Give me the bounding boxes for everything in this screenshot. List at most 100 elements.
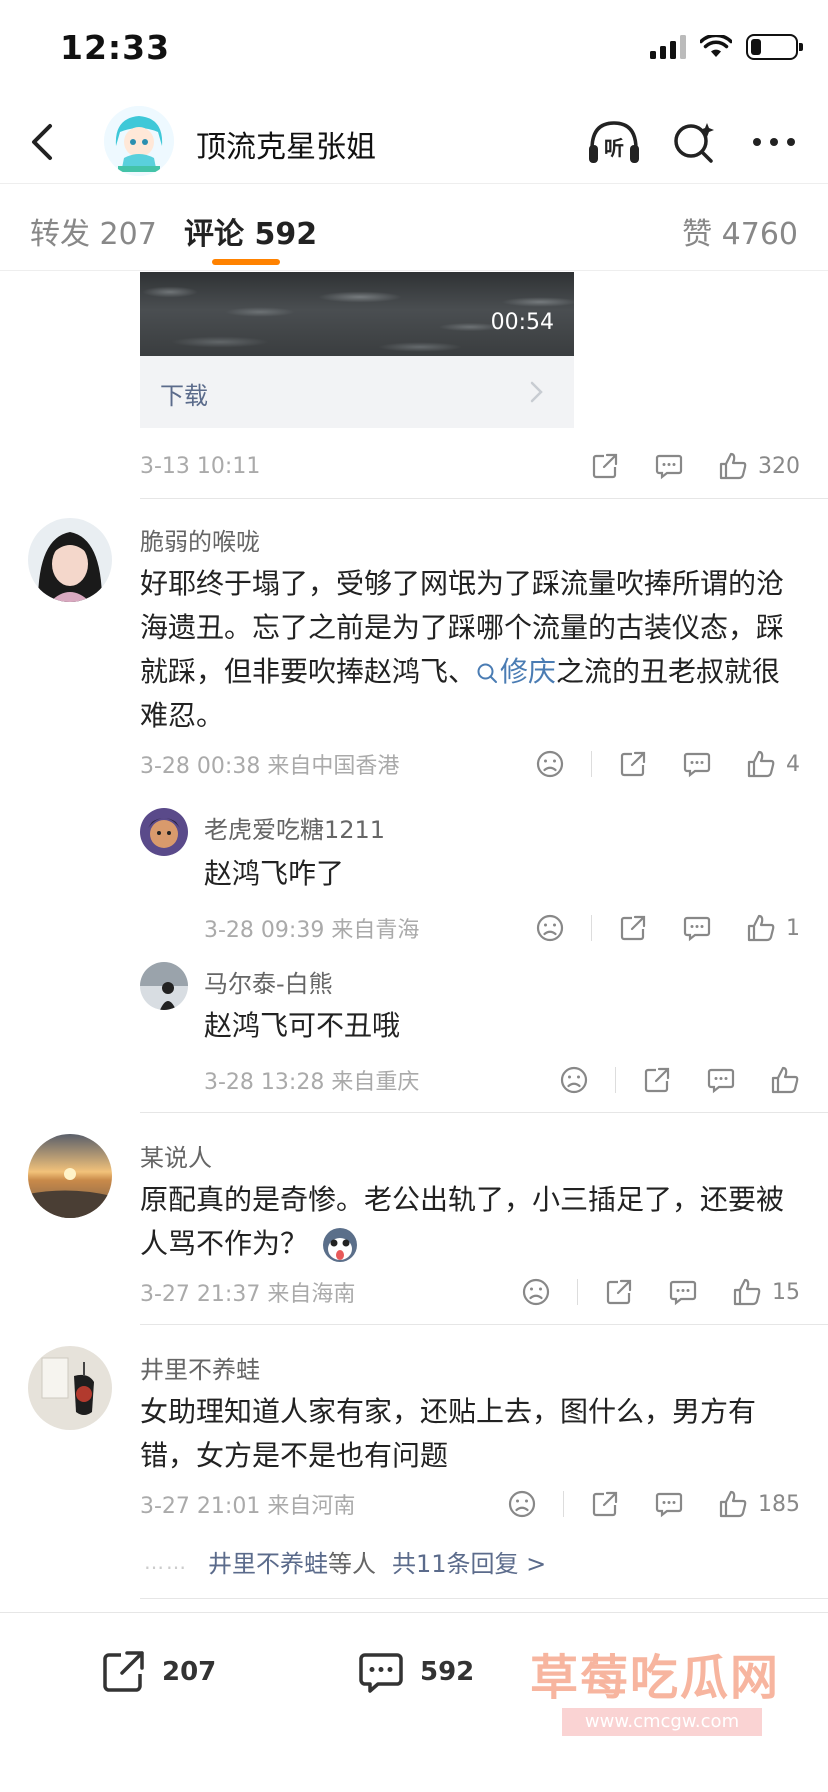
share-icon [592,453,618,479]
headphones-icon: 听 [589,121,639,163]
reply-avatar[interactable] [140,808,188,856]
reply-button[interactable] [706,1065,736,1095]
frown-icon [508,1490,536,1518]
thumbs-up-icon [747,750,775,778]
commenter-name[interactable]: 某说人 [140,1138,212,1173]
comment-icon [683,752,711,778]
reply-meta-row: 3-28 09:39 来自青海 1 [204,908,800,948]
share-button[interactable] [604,1277,634,1307]
share-button[interactable] [590,451,620,481]
comment-icon [359,1653,403,1693]
commenter-name[interactable]: 脆弱的喉咙 [140,522,260,557]
share-icon [606,1279,632,1305]
commenter-avatar[interactable] [28,518,112,602]
reply-meta: 3-28 13:28 来自重庆 [204,1070,420,1095]
download-bar[interactable]: 下载 [140,356,574,428]
commenter-avatar[interactable] [28,1134,112,1218]
comment-bar-button[interactable]: 592 [356,1647,474,1697]
like-button[interactable]: 4 [746,749,800,779]
status-time: 12:33 [60,28,171,67]
reply-text: 赵鸿飞可不丑哦 [204,1009,401,1042]
watermark-text: 草莓吃瓜网 [530,1650,781,1706]
nav-bar: 顶流克星张姐 听 [0,100,828,184]
comment-text: 女助理知道人家有家，还贴上去，图什么，男方有错，女方是不是也有问题 [140,1395,757,1472]
comment-icon [655,454,683,480]
post-meta-row: 3-13 10:11 320 [140,446,800,486]
reply-meta-row: 3-28 13:28 来自重庆 [204,1060,800,1100]
author-avatar[interactable] [104,106,174,176]
share-button[interactable] [618,749,648,779]
reply-text: 赵鸿飞咋了 [204,857,345,890]
topic-link[interactable]: 修庆 [476,655,556,688]
share-icon [103,1651,144,1692]
comment-button[interactable] [654,451,684,481]
dislike-button[interactable] [535,913,565,943]
status-icons [650,34,803,60]
share-button[interactable] [590,1489,620,1519]
repost-count: 207 [162,1657,217,1687]
dislike-button[interactable] [507,1489,537,1519]
nav-title: 顶流克星张姐 [196,130,376,165]
reply-button[interactable] [668,1277,698,1307]
divider [140,498,828,499]
reply-avatar[interactable] [140,962,188,1010]
tab-comments[interactable]: 评论 592 [184,209,317,253]
like-button[interactable]: 320 [718,451,800,481]
tab-count: 207 [99,217,157,252]
reply-dots: …… [144,1549,188,1574]
comment-icon [683,916,711,942]
dislike-button[interactable] [521,1277,551,1307]
tab-count: 4760 [721,217,798,252]
view-replies-link[interactable]: …… 井里不养蛙 等人 共11条回复 > [144,1544,546,1579]
like-button[interactable]: 185 [718,1489,800,1519]
chevron-right-icon [530,381,543,403]
tab-bar: 转发 207 评论 592 赞 4760 [0,185,828,271]
wifi-icon [700,35,732,57]
dislike-button[interactable] [559,1065,589,1095]
comment-count: 592 [420,1657,475,1687]
search-icon [674,123,714,163]
reply-summary-suffix: 等人 [328,1550,376,1578]
more-button[interactable] [746,114,802,170]
reply-button[interactable] [682,913,712,943]
tab-reposts[interactable]: 转发 207 [30,209,157,253]
thumbs-up-icon [747,914,775,942]
tab-label: 赞 [682,217,713,252]
dislike-button[interactable] [535,749,565,779]
video-thumbnail[interactable]: 00:54 [140,272,574,356]
like-button[interactable]: 1 [746,913,800,943]
like-count: 4 [786,751,800,777]
reply-author-name[interactable]: 老虎爱吃糖1211 [204,810,385,845]
commenter-name[interactable]: 井里不养蛙 [140,1350,260,1385]
frown-icon [560,1066,588,1094]
like-button[interactable]: 15 [732,1277,800,1307]
like-button[interactable] [770,1065,800,1095]
comment-meta: 3-27 21:37 来自海南 [140,1282,356,1307]
comment-text: 好耶终于塌了，受够了网氓为了踩流量吹捧所谓的沧海遗丑。忘了之前是为了踩哪个流量的… [140,562,800,738]
reply-meta: 3-28 09:39 来自青海 [204,918,420,943]
share-button[interactable] [618,913,648,943]
reply-button[interactable] [654,1489,684,1519]
like-count: 320 [758,453,800,479]
comment-text: 原配真的是奇惨。老公出轨了，小三插足了，还要被人骂不作为？ [140,1178,800,1266]
comment-meta-row: 3-28 00:38 来自中国香港 4 [140,744,800,784]
share-button[interactable] [642,1065,672,1095]
tab-count: 592 [254,217,318,252]
repost-button[interactable]: 207 [98,1647,216,1697]
download-label: 下载 [160,382,208,410]
reply-button[interactable] [682,749,712,779]
search-button[interactable] [666,114,722,170]
like-count: 15 [772,1279,800,1305]
comment-text-part: 原配真的是奇惨。老公出轨了，小三插足了，还要被人骂不作为？ [140,1183,785,1260]
commenter-avatar[interactable] [28,1346,112,1430]
battery-icon [746,34,803,60]
like-count: 185 [758,1491,800,1517]
tab-likes[interactable]: 赞 4760 [682,209,798,253]
site-watermark: 草莓吃瓜网 www.cmcgw.com [470,1630,810,1750]
reply-author-name[interactable]: 马尔泰-白熊 [204,964,333,999]
listen-button[interactable]: 听 [586,114,642,170]
share-icon [592,1491,618,1517]
comment-meta: 3-28 00:38 来自中国香港 [140,754,400,779]
back-arrow-icon[interactable] [22,120,66,164]
reply-summary-total: 共11条回复 > [392,1550,547,1578]
